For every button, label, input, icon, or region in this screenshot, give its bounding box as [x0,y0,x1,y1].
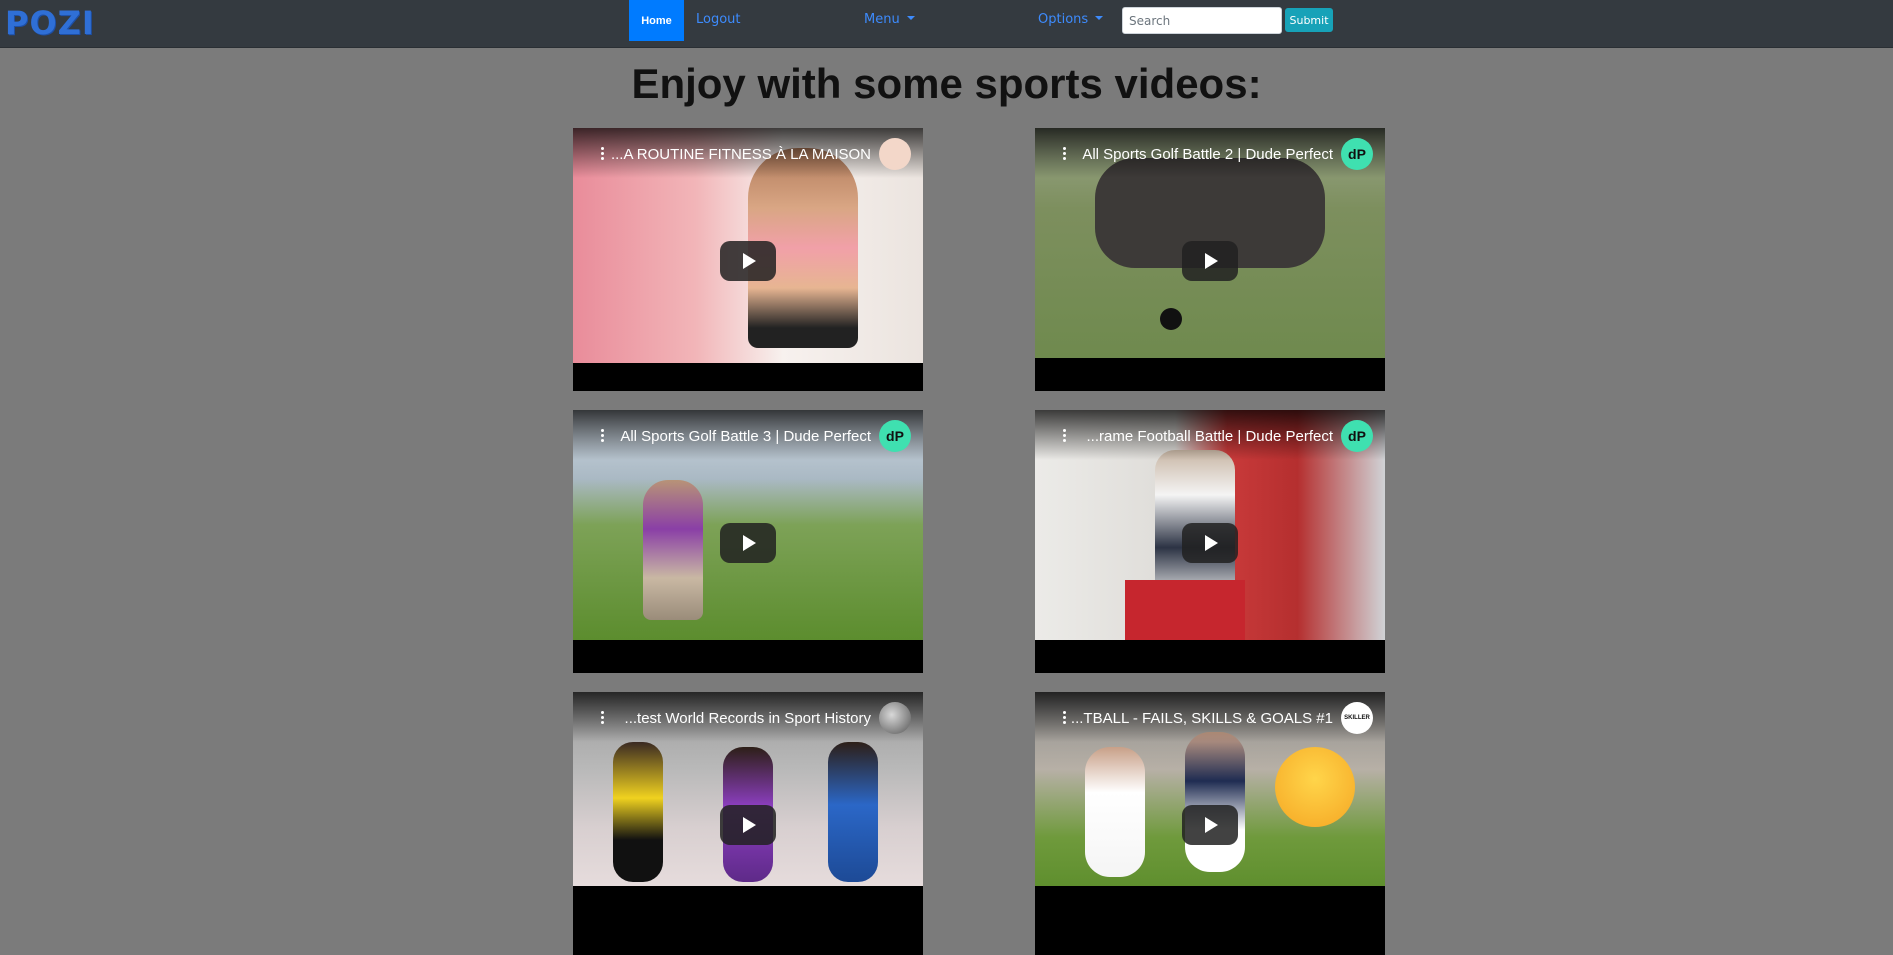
play-button[interactable] [1182,241,1238,281]
video-title[interactable]: All Sports Golf Battle 3 | Dude Perfect [620,428,871,445]
channel-avatar[interactable] [879,138,911,170]
search-input[interactable] [1122,7,1282,34]
nav-menu-dropdown[interactable]: Menu [864,12,915,27]
play-button[interactable] [720,241,776,281]
video-title[interactable]: ...A ROUTINE FITNESS À LA MAISON [611,146,871,163]
channel-avatar[interactable]: dP [879,420,911,452]
video-title[interactable]: All Sports Golf Battle 2 | Dude Perfect [1082,146,1333,163]
menu-label: Menu [864,12,900,27]
nav-home-link[interactable]: Home [629,0,684,41]
play-icon [1205,535,1218,551]
thumbnail-figure [1085,747,1145,877]
shocked-emoji-icon [1275,747,1355,827]
chevron-down-icon [906,16,915,20]
more-options-icon[interactable] [601,711,605,725]
thumbnail-figure [613,742,663,882]
nav-logout-link[interactable]: Logout [696,12,741,27]
play-icon [743,535,756,551]
video-title[interactable]: ...test World Records in Sport History [625,710,871,727]
video-player[interactable]: All Sports Golf Battle 2 | Dude Perfect … [1035,128,1385,391]
brand-logo[interactable]: POZI [5,4,95,42]
play-button[interactable] [1182,523,1238,563]
submit-button[interactable]: Submit [1285,8,1333,32]
video-player[interactable]: ...A ROUTINE FITNESS À LA MAISON [573,128,923,391]
video-player[interactable]: ...TBALL - FAILS, SKILLS & GOALS #1 SKIL… [1035,692,1385,955]
channel-avatar[interactable]: dP [1341,138,1373,170]
play-button[interactable] [720,805,776,845]
play-button[interactable] [1182,805,1238,845]
play-icon [743,817,756,833]
play-icon [1205,817,1218,833]
video-player[interactable]: All Sports Golf Battle 3 | Dude Perfect … [573,410,923,673]
options-label: Options [1038,12,1089,27]
video-player[interactable]: ...test World Records in Sport History [573,692,923,955]
more-options-icon[interactable] [601,429,605,443]
more-options-icon[interactable] [1063,147,1067,161]
top-navbar: POZI Home Logout Menu Options Submit [0,0,1893,48]
thumbnail-figure [643,480,703,620]
page-title: Enjoy with some sports videos: [631,60,1262,107]
play-button[interactable] [720,523,776,563]
more-options-icon[interactable] [601,147,605,161]
video-title[interactable]: ...TBALL - FAILS, SKILLS & GOALS #1 [1071,710,1333,727]
chevron-down-icon [1095,16,1104,20]
video-player[interactable]: ...rame Football Battle | Dude Perfect d… [1035,410,1385,673]
channel-avatar[interactable]: SKILLER [1341,702,1373,734]
play-icon [1205,253,1218,269]
channel-avatar[interactable]: dP [1341,420,1373,452]
video-title[interactable]: ...rame Football Battle | Dude Perfect [1086,428,1333,445]
play-icon [743,253,756,269]
channel-avatar[interactable] [879,702,911,734]
nav-options-dropdown[interactable]: Options [1038,12,1104,27]
more-options-icon[interactable] [1063,711,1067,725]
more-options-icon[interactable] [1063,429,1067,443]
